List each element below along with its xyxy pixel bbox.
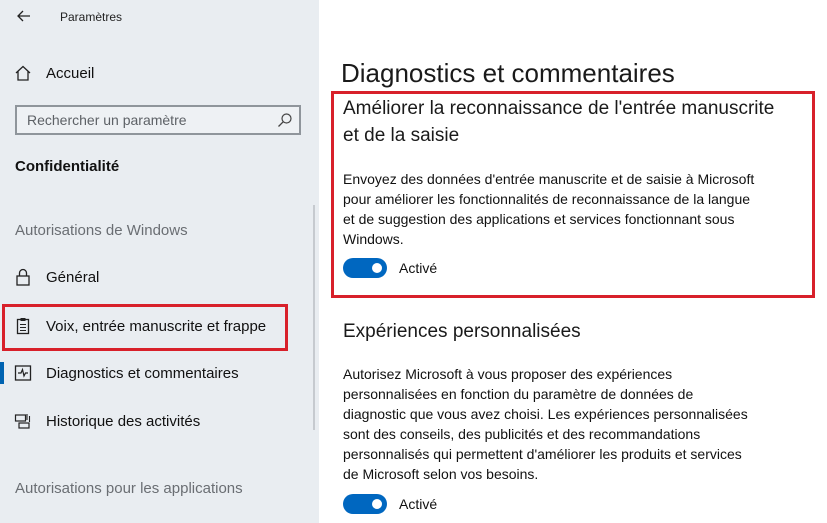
personalized-toggle-row: Activé bbox=[343, 493, 437, 515]
lock-icon bbox=[14, 268, 32, 286]
toggle-knob bbox=[372, 263, 382, 273]
section-title: Confidentialité bbox=[15, 158, 120, 175]
section-heading-handwriting: Améliorer la reconnaissance de l'entrée … bbox=[343, 95, 774, 149]
section-heading-personalized: Expériences personnalisées bbox=[343, 318, 581, 345]
description-line: Windows. bbox=[343, 231, 404, 247]
personalized-experiences-toggle[interactable] bbox=[343, 494, 387, 514]
sidebar-item-activity-history[interactable]: Historique des activités bbox=[0, 401, 319, 441]
description-line: diagnostic que vous avez choisi. Les exp… bbox=[343, 406, 748, 422]
sidebar-item-label: Historique des activités bbox=[46, 412, 201, 430]
sidebar-item-general[interactable]: Général bbox=[0, 257, 319, 297]
section-heading-line: Améliorer la reconnaissance de l'entrée … bbox=[343, 98, 775, 119]
home-icon bbox=[14, 64, 32, 82]
description-line: pour améliorer les fonctionnalités de re… bbox=[343, 191, 751, 207]
sidebar-item-voice-inking-typing[interactable]: Voix, entrée manuscrite et frappe bbox=[0, 306, 319, 346]
section-description-personalized: Autorisez Microsoft à vous proposer des … bbox=[343, 364, 748, 484]
handwriting-toggle-row: Activé bbox=[343, 257, 437, 279]
sidebar-item-label: Accueil bbox=[46, 64, 95, 82]
history-icon bbox=[14, 412, 32, 430]
main-content: Diagnostics et commentaires Améliorer la… bbox=[319, 0, 827, 523]
section-description-handwriting: Envoyez des données d'entrée manuscrite … bbox=[343, 169, 754, 249]
sidebar-item-home[interactable]: Accueil bbox=[0, 53, 319, 93]
description-line: et de suggestion des applications et ser… bbox=[343, 211, 735, 227]
search-box[interactable] bbox=[15, 105, 301, 135]
search-icon[interactable] bbox=[277, 112, 293, 128]
sidebar-item-label: Diagnostics et commentaires bbox=[46, 364, 239, 382]
description-line: personnalisés qui permettent d'améliorer… bbox=[343, 446, 742, 462]
description-line: personnalisées en fonction du paramètre … bbox=[343, 386, 694, 402]
toggle-state-label: Activé bbox=[399, 496, 438, 512]
clipboard-icon bbox=[14, 317, 32, 335]
section-heading-line: Expériences personnalisées bbox=[343, 321, 581, 342]
description-line: Envoyez des données d'entrée manuscrite … bbox=[343, 171, 755, 187]
sidebar-item-label: Voix, entrée manuscrite et frappe bbox=[46, 317, 267, 335]
handwriting-toggle[interactable] bbox=[343, 258, 387, 278]
toggle-knob bbox=[372, 499, 382, 509]
app-title: Paramètres bbox=[60, 10, 123, 24]
sidebar-item-diagnostics[interactable]: Diagnostics et commentaires bbox=[0, 353, 319, 393]
group-header-windows: Autorisations de Windows bbox=[15, 222, 188, 239]
back-arrow-icon bbox=[17, 10, 30, 22]
search-input[interactable] bbox=[17, 107, 267, 133]
section-heading-line: et de la saisie bbox=[343, 125, 460, 146]
description-line: Autorisez Microsoft à vous proposer des … bbox=[343, 366, 673, 382]
toggle-state-label: Activé bbox=[399, 260, 438, 276]
description-line: de Microsoft selon vos besoins. bbox=[343, 466, 539, 482]
back-button[interactable] bbox=[12, 4, 36, 28]
sidebar-scrollbar[interactable] bbox=[313, 205, 315, 430]
sidebar-item-label: Général bbox=[46, 268, 100, 286]
description-line: sont des conseils, des publicités et des… bbox=[343, 426, 701, 442]
title-bar: Paramètres bbox=[0, 0, 319, 34]
diagnostics-icon bbox=[14, 364, 32, 382]
group-header-apps: Autorisations pour les applications bbox=[15, 480, 243, 497]
page-title: Diagnostics et commentaires bbox=[341, 58, 675, 88]
sidebar: Paramètres Accueil Confidentialité Autor… bbox=[0, 0, 319, 523]
